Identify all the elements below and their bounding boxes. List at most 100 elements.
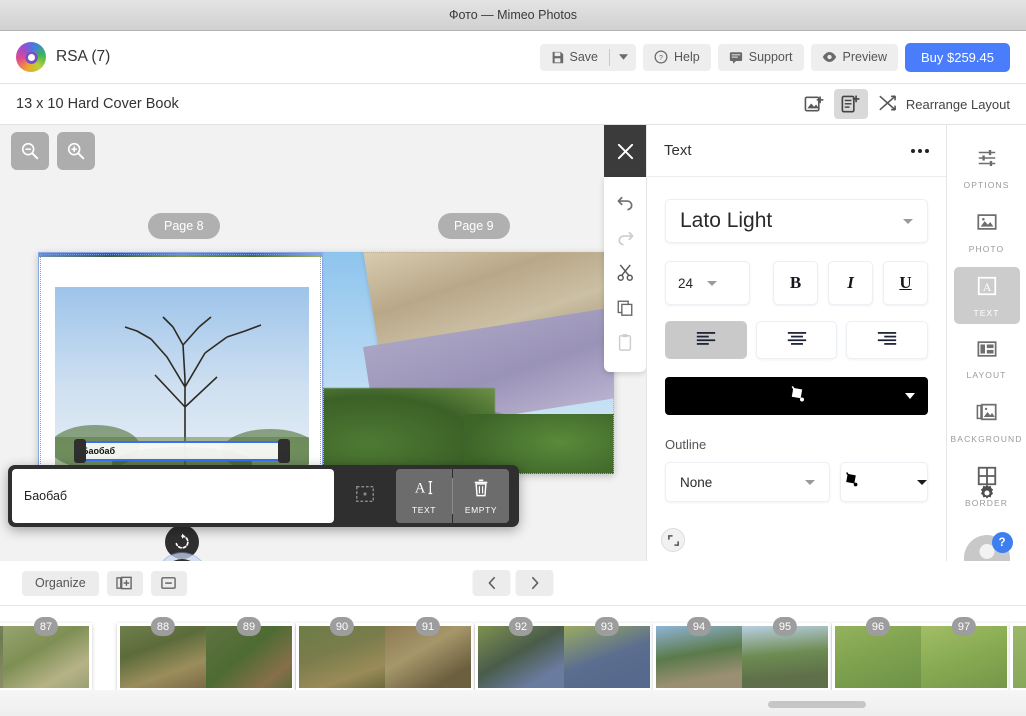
frame-button[interactable] <box>334 465 396 527</box>
sidebar-item-background[interactable]: BACKGROUND <box>951 393 1021 450</box>
buy-button[interactable]: Buy $259.45 <box>904 42 1010 72</box>
image-icon <box>976 211 998 238</box>
filmstrip-page[interactable]: 88 <box>120 617 206 688</box>
workspace: Page 8 Page 9 Баобаб Баобаб A TEXT EMPTY… <box>0 125 1026 581</box>
close-panel-button[interactable] <box>604 125 646 177</box>
undo-button[interactable] <box>604 185 646 220</box>
filmstrip-spread[interactable]: 88 89 <box>117 617 295 691</box>
more-horizontal-icon[interactable] <box>911 148 929 153</box>
rearrange-layout-label: Rearrange Layout <box>905 96 1010 112</box>
page-number-badge: 91 <box>415 617 441 636</box>
italic-button[interactable]: I <box>828 261 873 305</box>
chevron-down-icon <box>905 393 915 399</box>
remove-spread-button[interactable] <box>150 570 187 596</box>
empty-action-label: EMPTY <box>464 504 498 515</box>
filmstrip-scrollbar[interactable] <box>768 701 866 708</box>
layers-image-icon <box>976 401 998 428</box>
filmstrip-spread[interactable]: 96 97 <box>832 617 1010 691</box>
filmstrip-spread[interactable]: 92 93 <box>475 617 653 691</box>
preview-button[interactable]: Preview <box>810 43 898 71</box>
sidebar-item-photo[interactable]: PHOTO <box>954 203 1020 260</box>
align-right-button[interactable] <box>846 321 929 359</box>
save-button[interactable]: Save <box>540 44 610 71</box>
filmstrip-page[interactable]: 92 <box>478 617 564 688</box>
align-center-icon <box>786 331 808 350</box>
page-number-badge: 93 <box>594 617 620 636</box>
edit-popup-actions: A TEXT EMPTY <box>396 469 509 523</box>
font-family-value: Lato Light <box>680 209 773 232</box>
filmstrip-page[interactable]: 97 <box>921 617 1007 688</box>
sliders-icon <box>976 147 998 174</box>
bold-button[interactable]: B <box>773 261 818 305</box>
page-right[interactable] <box>323 252 614 474</box>
collapse-panel-button[interactable] <box>661 528 685 552</box>
paint-bucket-icon <box>786 384 808 409</box>
zoom-in-button[interactable] <box>57 132 95 170</box>
sidebar-item-options[interactable]: OPTIONS <box>954 139 1020 196</box>
paint-bucket-icon <box>841 470 861 494</box>
sidebar-item-border[interactable]: BORDER <box>954 457 1020 514</box>
filmstrip-page[interactable]: 96 <box>835 617 921 688</box>
help-badge[interactable]: ? <box>991 532 1013 553</box>
align-center-button[interactable] <box>755 321 838 359</box>
save-dropdown-button[interactable] <box>610 44 636 71</box>
outline-style-value: None <box>680 474 713 490</box>
empty-action-button[interactable]: EMPTY <box>453 469 509 523</box>
add-spread-button[interactable] <box>106 570 143 596</box>
align-left-button[interactable] <box>665 321 747 359</box>
filmstrip-page[interactable]: 90 <box>299 617 385 688</box>
filmstrip-page[interactable]: 87 <box>3 617 89 688</box>
underline-button[interactable]: U <box>883 261 928 305</box>
prev-page-button[interactable] <box>472 570 511 596</box>
cut-button[interactable] <box>604 255 646 290</box>
filmstrip-page[interactable] <box>1013 626 1026 688</box>
text-panel-header: Text <box>647 125 946 177</box>
filmstrip-spread[interactable]: 90 91 <box>296 617 474 691</box>
page-number-badge: 89 <box>236 617 262 636</box>
edit-toolbar-actions <box>604 177 646 372</box>
redo-button[interactable] <box>604 220 646 255</box>
add-page-button[interactable] <box>833 89 868 119</box>
header-actions: Save ? Help Support Preview Buy $259.45 <box>539 42 1010 72</box>
support-label: Support <box>748 50 793 64</box>
layout-grid-icon <box>976 339 998 364</box>
filmstrip-page[interactable]: 93 <box>564 617 650 688</box>
paste-button[interactable] <box>604 325 646 360</box>
sidebar-item-text[interactable]: A TEXT <box>953 267 1020 324</box>
outline-style-select[interactable]: None <box>665 462 830 502</box>
support-button[interactable]: Support <box>717 43 804 71</box>
filmstrip-spread[interactable] <box>1010 623 1026 691</box>
filmstrip-spread[interactable]: 87 <box>0 617 92 691</box>
next-page-button[interactable] <box>515 570 554 596</box>
font-family-select[interactable]: Lato Light <box>665 199 928 243</box>
rotate-handle[interactable] <box>165 525 199 559</box>
outline-color-button[interactable] <box>840 462 928 502</box>
font-size-select[interactable]: 24 <box>665 261 750 305</box>
zoom-out-button[interactable] <box>11 132 49 170</box>
filmstrip-page[interactable]: 89 <box>206 617 292 688</box>
canvas-area[interactable]: Page 8 Page 9 Баобаб Баобаб A TEXT EMPTY <box>0 125 646 561</box>
organize-button[interactable]: Organize <box>22 570 99 596</box>
text-fill-color-button[interactable] <box>665 377 928 415</box>
add-photo-button[interactable] <box>798 89 832 119</box>
text-panel-title: Text <box>664 142 692 159</box>
copy-button[interactable] <box>604 290 646 325</box>
filmstrip-page[interactable]: 94 <box>656 617 742 688</box>
resize-handle-right[interactable] <box>278 439 290 463</box>
resize-handle-left[interactable] <box>74 439 86 463</box>
page-number-badge: 90 <box>329 617 355 636</box>
help-button[interactable]: ? Help <box>643 43 711 71</box>
brand: RSA (7) <box>16 42 110 72</box>
align-right-icon <box>876 331 898 350</box>
rearrange-layout-button[interactable]: Rearrange Layout <box>878 93 1010 116</box>
filmstrip-spread[interactable]: 94 95 <box>653 617 831 691</box>
filmstrip[interactable]: 87 88 89 90 91 92 93 94 95 96 97 <box>0 606 1026 716</box>
sidebar-item-layout[interactable]: LAYOUT <box>954 331 1020 386</box>
gear-icon[interactable] <box>977 483 997 508</box>
filmstrip-page[interactable]: 95 <box>742 617 828 688</box>
filmstrip-page[interactable]: 91 <box>385 617 471 688</box>
selected-text-element[interactable]: Баобаб <box>74 441 288 461</box>
text-edit-input[interactable]: Баобаб <box>12 469 334 523</box>
text-cursor-icon: A <box>413 478 435 503</box>
text-action-button[interactable]: A TEXT <box>396 469 452 523</box>
